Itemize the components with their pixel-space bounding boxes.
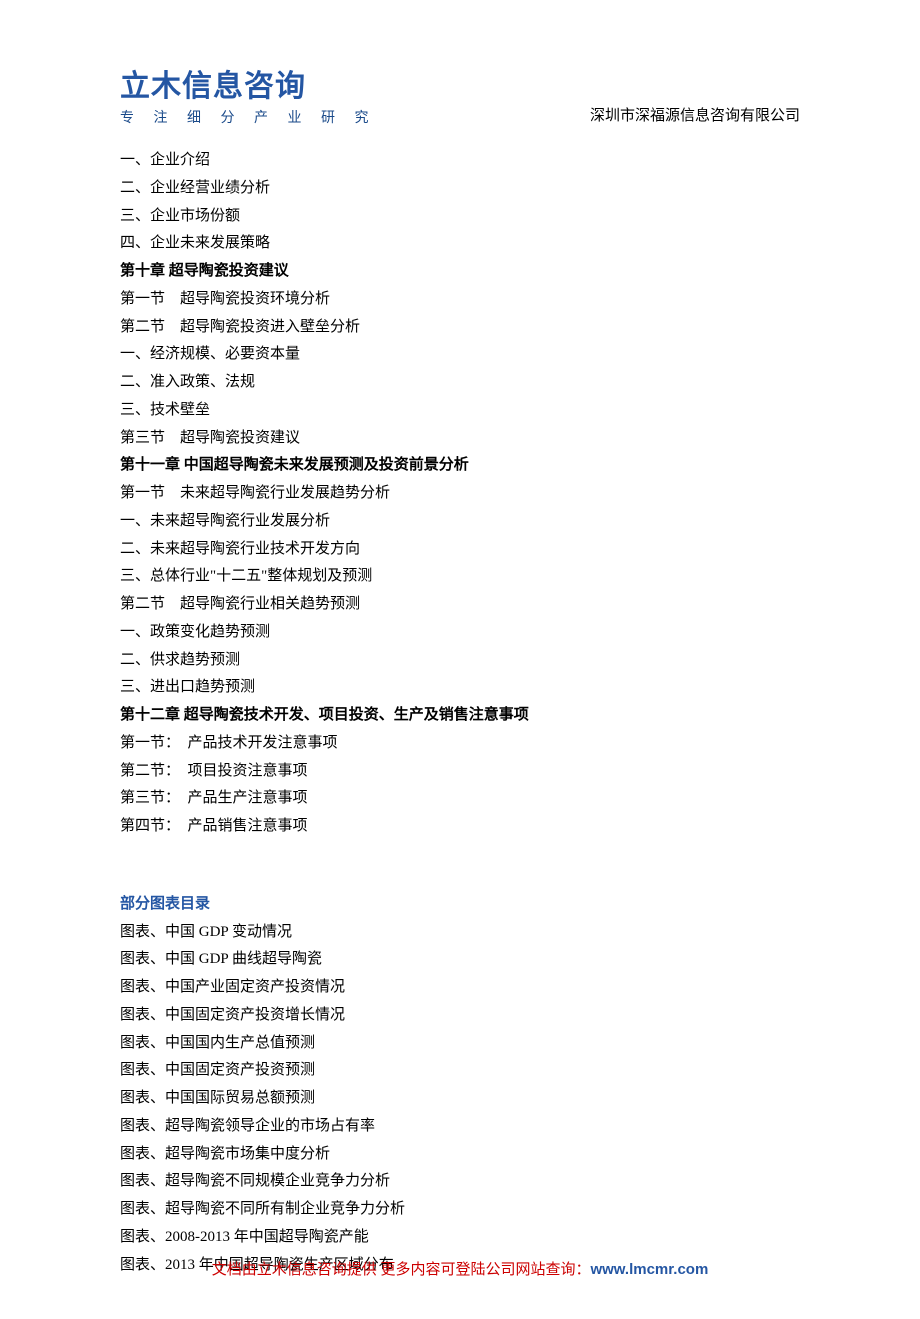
company-name: 深圳市深福源信息咨询有限公司 [590,104,800,127]
toc-line: 一、政策变化趋势预测 [120,619,800,647]
toc-line: 二、准入政策、法规 [120,369,800,397]
chart-items-container: 图表、中国 GDP 变动情况图表、中国 GDP 曲线超导陶瓷图表、中国产业固定资… [120,919,800,1280]
chart-list-item: 图表、中国 GDP 变动情况 [120,919,800,947]
spacer [120,841,800,891]
toc-line: 第三节： 产品生产注意事项 [120,785,800,813]
footer-text: 文档由立木信息咨询提供 更多内容可登陆公司网站查询： [212,1262,591,1278]
toc-line: 第一节 未来超导陶瓷行业发展趋势分析 [120,480,800,508]
chart-list-item: 图表、超导陶瓷市场集中度分析 [120,1141,800,1169]
chart-list-section: 部分图表目录 图表、中国 GDP 变动情况图表、中国 GDP 曲线超导陶瓷图表、… [120,891,800,1280]
toc-line: 第一节： 产品技术开发注意事项 [120,730,800,758]
toc-line: 一、企业介绍 [120,147,800,175]
chart-list-item: 图表、中国固定资产投资预测 [120,1057,800,1085]
toc-line: 一、经济规模、必要资本量 [120,341,800,369]
footer-link[interactable]: www.lmcmr.com [590,1261,708,1278]
toc-line: 第四节： 产品销售注意事项 [120,813,800,841]
logo-main-text: 立木信息咨询 [120,70,377,103]
toc-line: 二、未来超导陶瓷行业技术开发方向 [120,536,800,564]
chart-list-item: 图表、中国产业固定资产投资情况 [120,974,800,1002]
toc-line: 第一节 超导陶瓷投资环境分析 [120,286,800,314]
toc-line: 第二节 超导陶瓷投资进入壁垒分析 [120,314,800,342]
chart-list-item: 图表、中国国内生产总值预测 [120,1030,800,1058]
logo: 立木信息咨询 专 注 细 分 产 业 研 究 [120,70,377,127]
toc-line: 四、企业未来发展策略 [120,230,800,258]
document-page: 立木信息咨询 专 注 细 分 产 业 研 究 深圳市深福源信息咨询有限公司 一、… [0,0,920,1319]
chart-list-item: 图表、中国国际贸易总额预测 [120,1085,800,1113]
toc-line: 三、进出口趋势预测 [120,674,800,702]
chart-list-item: 图表、超导陶瓷不同所有制企业竞争力分析 [120,1196,800,1224]
toc-line: 第十二章 超导陶瓷技术开发、项目投资、生产及销售注意事项 [120,702,800,730]
chart-list-item: 图表、中国 GDP 曲线超导陶瓷 [120,946,800,974]
toc-line: 二、供求趋势预测 [120,647,800,675]
toc-line: 一、未来超导陶瓷行业发展分析 [120,508,800,536]
page-footer: 文档由立木信息咨询提供 更多内容可登陆公司网站查询：www.lmcmr.com [0,1258,920,1279]
toc-line: 第三节 超导陶瓷投资建议 [120,425,800,453]
toc-line: 三、企业市场份额 [120,203,800,231]
toc-line: 三、总体行业"十二五"整体规划及预测 [120,563,800,591]
toc-line: 第十一章 中国超导陶瓷未来发展预测及投资前景分析 [120,452,800,480]
toc-line: 二、企业经营业绩分析 [120,175,800,203]
chart-section-title: 部分图表目录 [120,891,800,919]
chart-list-item: 图表、超导陶瓷不同规模企业竞争力分析 [120,1168,800,1196]
toc-line: 三、技术壁垒 [120,397,800,425]
logo-sub-text: 专 注 细 分 产 业 研 究 [120,107,377,127]
toc-line: 第二节 超导陶瓷行业相关趋势预测 [120,591,800,619]
chart-list-item: 图表、2008-2013 年中国超导陶瓷产能 [120,1224,800,1252]
page-header: 立木信息咨询 专 注 细 分 产 业 研 究 深圳市深福源信息咨询有限公司 [120,70,800,127]
toc-line: 第二节： 项目投资注意事项 [120,758,800,786]
chart-list-item: 图表、中国固定资产投资增长情况 [120,1002,800,1030]
chart-list-item: 图表、超导陶瓷领导企业的市场占有率 [120,1113,800,1141]
toc-content: 一、企业介绍二、企业经营业绩分析三、企业市场份额四、企业未来发展策略第十章 超导… [120,147,800,841]
toc-line: 第十章 超导陶瓷投资建议 [120,258,800,286]
